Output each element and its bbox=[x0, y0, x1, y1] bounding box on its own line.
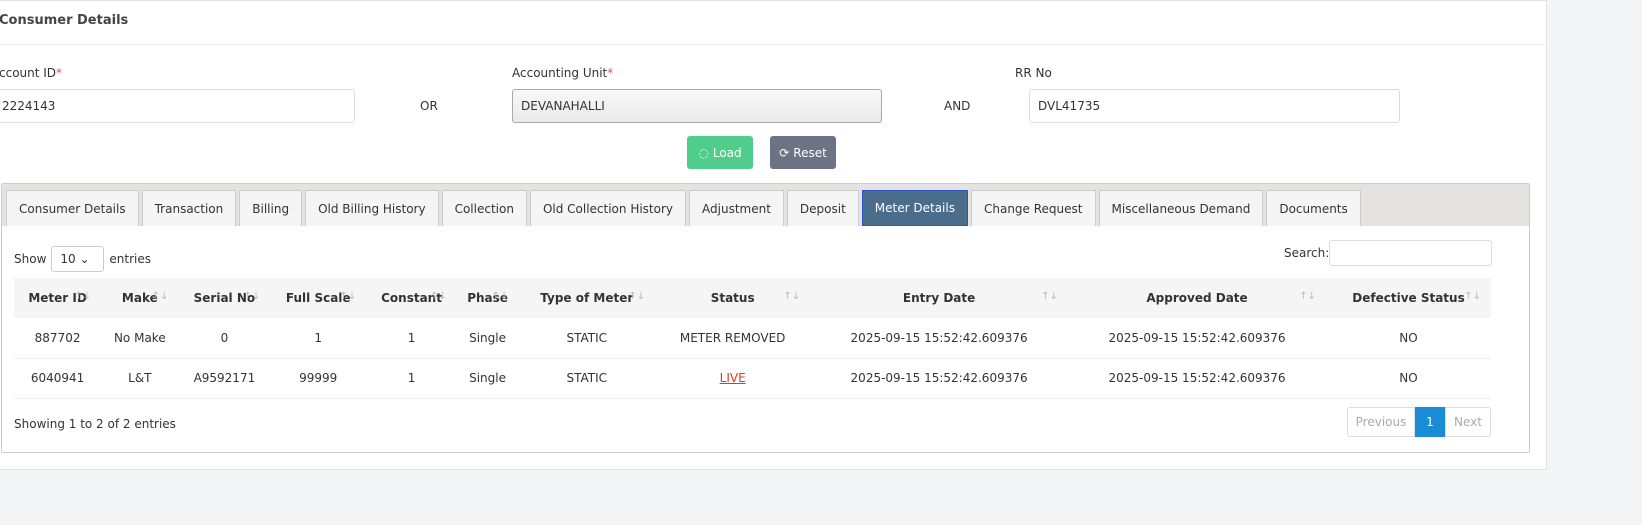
table-cell: 1 bbox=[270, 318, 367, 359]
column-header[interactable]: Constant ↑↓ bbox=[366, 278, 457, 318]
and-label: AND bbox=[944, 99, 971, 113]
table-cell: 2025-09-15 15:52:42.609376 bbox=[1068, 358, 1327, 399]
search-input[interactable] bbox=[1329, 240, 1492, 266]
rr-no-label: RR No bbox=[1015, 66, 1052, 80]
table-cell: 2025-09-15 15:52:42.609376 bbox=[810, 318, 1069, 359]
table-cell: 1 bbox=[366, 318, 457, 359]
meter-table: Meter ID ↑↓ Make ↑↓ Serial No ↑↓ Full Scale ↑↓ C… bbox=[14, 278, 1491, 399]
column-header[interactable]: Approved Date ↑↓ bbox=[1068, 278, 1327, 318]
page-1-button[interactable]: 1 bbox=[1415, 407, 1445, 437]
table-info: Showing 1 to 2 of 2 entries bbox=[14, 417, 176, 431]
entries-select[interactable]: 10 ⌄ bbox=[51, 246, 105, 272]
tabs-panel: Consumer Details Transaction Billing Old Bi… bbox=[1, 183, 1530, 453]
tab-consumer-details[interactable]: Consumer Details bbox=[6, 190, 139, 226]
table-cell: NO bbox=[1326, 318, 1491, 359]
table-cell: 99999 bbox=[270, 358, 367, 399]
column-header[interactable]: Full Scale ↑↓ bbox=[270, 278, 367, 318]
table-row: 887702 No Make 0 1 1 Single STATIC METER REMOVE… bbox=[14, 318, 1491, 359]
sort-icon: ↑↓ bbox=[1041, 291, 1059, 302]
accounting-unit-label: Accounting Unit* bbox=[512, 66, 614, 80]
column-header[interactable]: Status ↑↓ bbox=[655, 278, 811, 318]
tab-collection[interactable]: Collection bbox=[441, 190, 527, 226]
status-link[interactable]: LIVE bbox=[720, 371, 746, 385]
table-cell: L&T bbox=[101, 358, 179, 399]
account-id-input[interactable]: 2224143 bbox=[0, 89, 355, 123]
column-header[interactable]: Phase ↑↓ bbox=[456, 278, 519, 318]
table-cell: A9592171 bbox=[178, 358, 271, 399]
refresh-icon: ⟳ bbox=[779, 145, 790, 160]
tab-miscellaneous-demand[interactable]: Miscellaneous Demand bbox=[1098, 190, 1264, 226]
sort-icon: ↑↓ bbox=[1464, 291, 1481, 302]
column-header[interactable]: Make ↑↓ bbox=[101, 278, 179, 318]
card-title: Consumer Details bbox=[0, 1, 1546, 45]
table-cell: No Make bbox=[101, 318, 179, 359]
table-cell: METER REMOVED bbox=[655, 318, 811, 359]
sort-icon: ↑↓ bbox=[243, 291, 261, 302]
sort-icon: ↑↓ bbox=[628, 291, 646, 302]
previous-button[interactable]: Previous bbox=[1347, 407, 1415, 437]
sort-icon: ↑↓ bbox=[783, 291, 801, 302]
table-cell: STATIC bbox=[518, 318, 656, 359]
column-header[interactable]: Entry Date ↑↓ bbox=[810, 278, 1069, 318]
sort-icon: ↑↓ bbox=[1299, 291, 1317, 302]
accounting-unit-select[interactable]: DEVANAHALLI bbox=[512, 89, 882, 123]
search-label: Search: bbox=[1284, 246, 1330, 260]
tab-transaction[interactable]: Transaction bbox=[141, 190, 237, 226]
tab-documents[interactable]: Documents bbox=[1266, 190, 1361, 226]
table-cell: 2025-09-15 15:52:42.609376 bbox=[1068, 318, 1327, 359]
tab-deposit[interactable]: Deposit bbox=[786, 190, 859, 226]
tab-old-billing-history[interactable]: Old Billing History bbox=[305, 190, 439, 226]
table-cell: 887702 bbox=[14, 318, 102, 359]
spinner-icon: ◌ bbox=[698, 145, 709, 160]
table-cell: LIVE bbox=[655, 358, 811, 399]
tab-bar: Consumer Details Transaction Billing Old Bi… bbox=[2, 184, 1529, 226]
table-cell: Single bbox=[456, 358, 519, 399]
account-id-label: Account ID* bbox=[0, 66, 63, 80]
table-cell: 2025-09-15 15:52:42.609376 bbox=[810, 358, 1069, 399]
sort-icon: ↑↓ bbox=[339, 291, 357, 302]
sort-icon: ↑↓ bbox=[491, 291, 509, 302]
column-header[interactable]: Type of Meter ↑↓ bbox=[518, 278, 656, 318]
table-cell: 1 bbox=[366, 358, 457, 399]
or-label: OR bbox=[420, 99, 438, 113]
tab-change-request[interactable]: Change Request bbox=[970, 190, 1096, 226]
rr-no-input[interactable]: DVL41735 bbox=[1029, 89, 1400, 123]
entries-control: Show 10 ⌄ entries bbox=[14, 246, 151, 272]
table-row: 6040941 L&T A9592171 99999 1 Single STATIC LIVE… bbox=[14, 358, 1491, 399]
page-gutter bbox=[1547, 0, 1642, 525]
tab-old-collection-history[interactable]: Old Collection History bbox=[529, 190, 687, 226]
table-cell: 6040941 bbox=[14, 358, 102, 399]
sort-icon: ↑↓ bbox=[430, 291, 447, 302]
tab-adjustment[interactable]: Adjustment bbox=[689, 190, 784, 226]
column-header[interactable]: Meter ID ↑↓ bbox=[14, 278, 102, 318]
load-button[interactable]: ◌ Load bbox=[687, 136, 753, 169]
table-cell: Single bbox=[456, 318, 519, 359]
consumer-details-card: Consumer Details Account ID* 2224143 OR … bbox=[0, 0, 1547, 470]
reset-button[interactable]: ⟳ Reset bbox=[770, 136, 836, 169]
sort-icon: ↑↓ bbox=[74, 291, 92, 302]
sort-icon: ↑↓ bbox=[151, 291, 169, 302]
table-cell: 0 bbox=[178, 318, 271, 359]
table-cell: NO bbox=[1326, 358, 1491, 399]
column-header[interactable]: Serial No ↑↓ bbox=[178, 278, 271, 318]
table-cell: STATIC bbox=[518, 358, 656, 399]
tab-meter-details[interactable]: Meter Details bbox=[861, 190, 968, 226]
tab-billing[interactable]: Billing bbox=[239, 190, 303, 226]
next-button[interactable]: Next bbox=[1445, 407, 1491, 437]
chevron-down-icon: ⌄ bbox=[79, 252, 90, 266]
column-header[interactable]: Defective Status ↑↓ bbox=[1326, 278, 1491, 318]
